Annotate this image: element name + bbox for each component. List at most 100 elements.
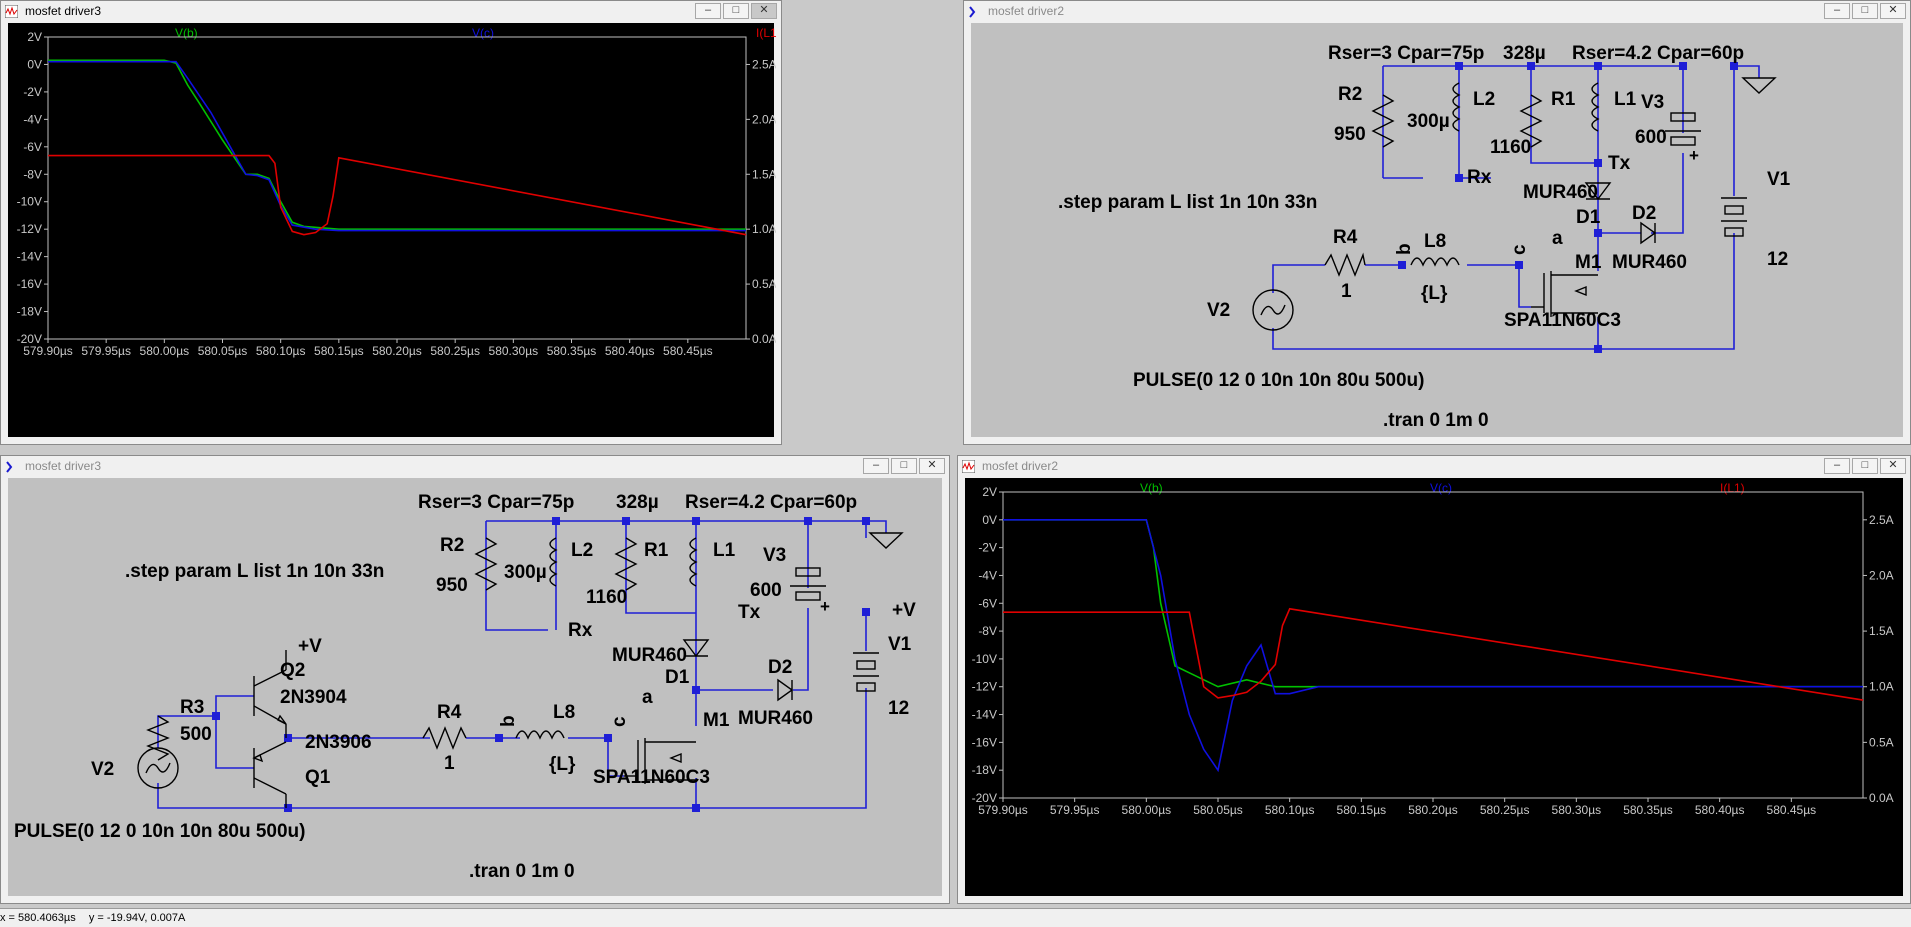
label-l8-value[interactable]: {L} — [1421, 283, 1448, 304]
label-r4-value[interactable]: 1 — [1341, 281, 1352, 302]
label-r3[interactable]: R3 — [180, 697, 204, 718]
plot-pane[interactable]: V(b) V(c) I(L1) 2V 0V -2V -4V -6V -8V -10V -12V… — [8, 23, 776, 439]
label-net-b[interactable]: b — [498, 715, 519, 727]
transistor-q1[interactable] — [252, 741, 287, 808]
inductor-l8[interactable] — [515, 730, 565, 740]
label-v1[interactable]: V1 — [1767, 169, 1791, 190]
label-d1[interactable]: D1 — [1576, 207, 1601, 228]
label-l1[interactable]: L1 — [1614, 89, 1637, 110]
label-r4[interactable]: R4 — [1333, 227, 1358, 248]
inductor-l2[interactable] — [1452, 82, 1461, 132]
label-v2[interactable]: V2 — [1207, 300, 1230, 321]
step-directive[interactable]: .step param L list 1n 10n 33n — [125, 561, 384, 582]
label-l1[interactable]: L1 — [713, 540, 736, 561]
label-l2-value[interactable]: 300µ — [1407, 111, 1450, 132]
label-tx[interactable]: Tx — [1608, 153, 1631, 174]
label-r1[interactable]: R1 — [644, 540, 669, 561]
label-d2[interactable]: D2 — [768, 657, 792, 678]
label-v2[interactable]: V2 — [91, 759, 114, 780]
label-rx[interactable]: Rx — [568, 620, 593, 641]
waveform-plot[interactable]: V(b) V(c) I(L1) 2V 0V -2V -4V -6V -8V -10V -12V… — [8, 23, 776, 439]
label-r2-value[interactable]: 950 — [436, 575, 468, 596]
label-net-a[interactable]: a — [1552, 228, 1563, 249]
maximize-button[interactable]: □ — [1852, 3, 1878, 19]
battery-v1[interactable] — [1721, 197, 1747, 237]
label-d1[interactable]: D1 — [665, 667, 690, 688]
source-v2[interactable] — [1252, 289, 1294, 331]
maximize-button[interactable]: □ — [891, 458, 917, 474]
source-v2[interactable] — [137, 747, 179, 789]
label-mur1[interactable]: MUR460 — [1523, 182, 1598, 203]
label-l8[interactable]: L8 — [553, 702, 575, 723]
label-v3-value[interactable]: 600 — [750, 580, 782, 601]
pulse-spec[interactable]: PULSE(0 12 0 10n 10n 80u 500u) — [14, 821, 305, 842]
label-mosfet-model[interactable]: SPA11N60C3 — [593, 767, 710, 788]
label-v1-value[interactable]: 12 — [1767, 249, 1788, 270]
waveform-plot[interactable]: V(b) V(c) I(L1) 2V 0V -2V -4V -6V -8V -10V -12V… — [965, 478, 1905, 898]
window-schematic-bottom[interactable]: mosfet driver3 – □ ✕ Rser=3 Cpar=75p 328… — [0, 455, 950, 904]
label-v3-value[interactable]: 600 — [1635, 127, 1667, 148]
label-q2-model[interactable]: 2N3904 — [280, 687, 347, 708]
tran-directive[interactable]: .tran 0 1m 0 — [1383, 410, 1489, 431]
label-mur2[interactable]: MUR460 — [738, 708, 813, 729]
label-mosfet-model[interactable]: SPA11N60C3 — [1504, 310, 1621, 331]
label-r3-value[interactable]: 500 — [180, 724, 212, 745]
tran-directive[interactable]: .tran 0 1m 0 — [469, 861, 575, 882]
window-plot-bottom[interactable]: mosfet driver2 – □ ✕ V(b) V(c) I(L1) 2V 0… — [957, 455, 1911, 904]
label-tx[interactable]: Tx — [738, 602, 761, 623]
label-mur1[interactable]: MUR460 — [612, 645, 687, 666]
label-rser2[interactable]: Rser=4.2 Cpar=60p — [685, 492, 857, 513]
close-button[interactable]: ✕ — [1880, 458, 1906, 474]
label-l8-value[interactable]: {L} — [549, 754, 576, 775]
label-l2[interactable]: L2 — [1473, 89, 1495, 110]
trace-label-vc[interactable]: V(c) — [1430, 481, 1452, 495]
schematic-canvas[interactable]: Rser=3 Cpar=75p 328µ Rser=4.2 Cpar=60p R… — [8, 478, 944, 898]
label-r2[interactable]: R2 — [1338, 84, 1362, 105]
label-plus-v2[interactable]: +V — [298, 636, 322, 657]
label-rser2[interactable]: Rser=4.2 Cpar=60p — [1572, 43, 1744, 64]
label-l1-value[interactable]: 328µ — [1503, 43, 1546, 64]
label-m1[interactable]: M1 — [1575, 252, 1602, 273]
plot-pane[interactable]: V(b) V(c) I(L1) 2V 0V -2V -4V -6V -8V -10V -12V… — [965, 478, 1903, 896]
trace-label-vb[interactable]: V(b) — [1140, 481, 1163, 495]
window-plot-top[interactable]: mosfet driver3 – □ ✕ V(b) V(c) I(L1) 2V 0… — [0, 0, 782, 445]
close-button[interactable]: ✕ — [1880, 3, 1906, 19]
label-v3[interactable]: V3 — [1641, 92, 1664, 113]
label-l1-value[interactable]: 328µ — [616, 492, 659, 513]
diode-d2[interactable] — [777, 678, 794, 702]
trace-label-il1[interactable]: I(L1) — [756, 26, 776, 40]
label-v1-value[interactable]: 12 — [888, 698, 909, 719]
label-net-c[interactable]: c — [609, 716, 630, 727]
close-button[interactable]: ✕ — [919, 458, 945, 474]
step-directive[interactable]: .step param L list 1n 10n 33n — [1058, 192, 1317, 213]
trace-label-vb[interactable]: V(b) — [175, 26, 198, 40]
label-net-c[interactable]: c — [1509, 244, 1530, 255]
label-rser1[interactable]: Rser=3 Cpar=75p — [1328, 43, 1484, 64]
titlebar[interactable]: mosfet driver2 – □ ✕ — [958, 456, 1910, 477]
label-r4-value[interactable]: 1 — [444, 753, 455, 774]
titlebar[interactable]: mosfet driver3 – □ ✕ — [1, 1, 781, 22]
titlebar[interactable]: mosfet driver3 – □ ✕ — [1, 456, 949, 477]
schematic-pane[interactable]: Rser=3 Cpar=75p 328µ Rser=4.2 Cpar=60p R… — [8, 478, 942, 896]
minimize-button[interactable]: – — [695, 3, 721, 19]
label-net-b[interactable]: b — [1394, 243, 1415, 255]
schematic-canvas[interactable]: Rser=3 Cpar=75p 328µ Rser=4.2 Cpar=60p R… — [971, 23, 1905, 439]
trace-label-il1[interactable]: I(L1) — [1720, 481, 1745, 495]
minimize-button[interactable]: – — [863, 458, 889, 474]
label-m1[interactable]: M1 — [703, 710, 730, 731]
minimize-button[interactable]: – — [1824, 3, 1850, 19]
schematic-pane[interactable]: Rser=3 Cpar=75p 328µ Rser=4.2 Cpar=60p R… — [971, 23, 1903, 437]
resistor-r4[interactable] — [1324, 252, 1366, 277]
label-l2[interactable]: L2 — [571, 540, 593, 561]
label-plus-v1[interactable]: +V — [892, 600, 916, 621]
label-rser1[interactable]: Rser=3 Cpar=75p — [418, 492, 574, 513]
label-r2-value[interactable]: 950 — [1334, 124, 1366, 145]
maximize-button[interactable]: □ — [1852, 458, 1878, 474]
label-net-a[interactable]: a — [642, 687, 653, 708]
label-r1-value[interactable]: 1160 — [1490, 137, 1531, 158]
label-v1[interactable]: V1 — [888, 634, 912, 655]
label-q1[interactable]: Q1 — [305, 767, 331, 788]
label-mur2[interactable]: MUR460 — [1612, 252, 1687, 273]
pulse-spec[interactable]: PULSE(0 12 0 10n 10n 80u 500u) — [1133, 370, 1424, 391]
label-r4[interactable]: R4 — [437, 702, 462, 723]
